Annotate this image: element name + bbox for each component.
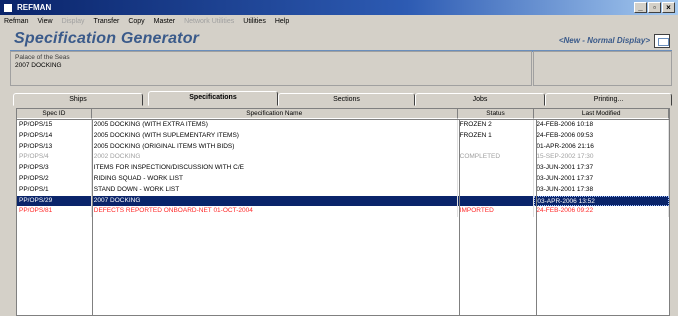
- cell-name: ITEMS FOR INSPECTION/DISCUSSION WITH C/E: [92, 163, 458, 174]
- tab-ships[interactable]: Ships: [13, 93, 143, 106]
- column-header-spec-id[interactable]: Spec ID: [17, 109, 92, 119]
- title-bar: REFMAN _ ▫ ×: [0, 0, 678, 15]
- close-button[interactable]: ×: [662, 2, 675, 13]
- minimize-button[interactable]: _: [634, 2, 647, 13]
- cell-status: [458, 163, 535, 174]
- menu-transfer[interactable]: Transfer: [94, 18, 120, 25]
- column-divider: [459, 120, 460, 315]
- table-row[interactable]: PP/OPS/81 DEFECTS REPORTED ONBOARD-NET 01…: [17, 206, 669, 218]
- cell-id: PP/OPS/15: [17, 120, 92, 131]
- cell-name: 2005 DOCKING (WITH SUPLEMENTARY ITEMS): [92, 130, 458, 142]
- spec-name-value: 2007 DOCKING: [15, 62, 62, 69]
- cell-modified: 03-JUN-2001 17:38: [534, 184, 669, 196]
- cell-name: RIDING SQUAD - WORK LIST: [92, 173, 458, 185]
- cell-name: 2007 DOCKING: [92, 195, 458, 207]
- cell-modified: 24-FEB-2006 10:18: [534, 120, 669, 131]
- page-title: Specification Generator: [14, 30, 200, 47]
- tab-strip: Ships Specifications Sections Jobs Printing.…: [13, 91, 672, 106]
- cell-id: PP/OPS/13: [17, 141, 92, 153]
- menu-refman[interactable]: Refman: [4, 18, 29, 25]
- cell-modified: 24-FEB-2006 09:53: [534, 130, 669, 142]
- table-row[interactable]: PP/OPS/15 2005 DOCKING (WITH EXTRA ITEMS)…: [17, 120, 669, 131]
- cell-status: [458, 173, 535, 185]
- ship-name-label: Palace of the Seas: [15, 54, 70, 61]
- cell-name: DEFECTS REPORTED ONBOARD-NET 01-OCT-2004: [92, 206, 458, 218]
- menu-network-utilities: Network Utilities: [184, 18, 235, 25]
- display-toggle-button[interactable]: [654, 34, 670, 48]
- menu-bar: Refman View Display Transfer Copy Master Netwo…: [0, 15, 678, 28]
- cell-id: PP/OPS/2: [17, 173, 92, 185]
- menu-copy[interactable]: Copy: [128, 18, 144, 25]
- cell-name: 2002 DOCKING: [92, 152, 458, 164]
- column-divider: [536, 120, 537, 315]
- cell-id: PP/OPS/29: [17, 195, 92, 207]
- specifications-table: Spec ID Specification Name Status Last Modi…: [16, 108, 670, 316]
- cell-status: FROZEN 1: [458, 130, 535, 142]
- app-icon: [3, 2, 13, 13]
- table-row[interactable]: PP/OPS/3 ITEMS FOR INSPECTION/DISCUSSION …: [17, 163, 669, 174]
- menu-display: Display: [61, 18, 85, 25]
- tab-specifications[interactable]: Specifications: [148, 91, 278, 106]
- table-header: Spec ID Specification Name Status Last Modi…: [17, 109, 669, 120]
- cell-modified: 03-JUN-2001 17:37: [534, 173, 669, 185]
- menu-view[interactable]: View: [38, 18, 53, 25]
- cell-modified: 24-FEB-2006 09:22: [534, 206, 669, 218]
- table-row[interactable]: PP/OPS/2 RIDING SQUAD - WORK LIST 03-JUN-2…: [17, 173, 669, 185]
- cell-id: PP/OPS/4: [17, 152, 92, 164]
- cell-name: STAND DOWN - WORK LIST: [92, 184, 458, 196]
- window-title: REFMAN: [17, 3, 52, 12]
- cell-status: IMPORTED: [458, 206, 535, 218]
- cell-status: [458, 141, 535, 153]
- cell-id: PP/OPS/14: [17, 130, 92, 142]
- table-row[interactable]: PP/OPS/13 2005 DOCKING (ORIGINAL ITEMS WI…: [17, 141, 669, 153]
- display-mode-label: <New - Normal Display>: [558, 36, 650, 45]
- tab-printing[interactable]: Printing...: [545, 93, 672, 106]
- table-body: PP/OPS/15 2005 DOCKING (WITH EXTRA ITEMS)…: [17, 120, 669, 218]
- cell-status: COMPLETED: [458, 152, 535, 164]
- menu-master[interactable]: Master: [154, 18, 175, 25]
- context-panel: Palace of the Seas 2007 DOCKING: [10, 51, 532, 86]
- column-header-status[interactable]: Status: [457, 109, 535, 119]
- cell-id: PP/OPS/1: [17, 184, 92, 196]
- context-panel-secondary: [533, 51, 672, 86]
- table-row[interactable]: PP/OPS/29 2007 DOCKING 03-APR-2006 13:52: [17, 195, 669, 207]
- cell-modified: 01-APR-2006 21:16: [534, 141, 669, 153]
- tab-jobs[interactable]: Jobs: [415, 93, 545, 106]
- cell-status: [458, 184, 535, 196]
- window-controls: _ ▫ ×: [634, 2, 675, 13]
- table-row[interactable]: PP/OPS/1 STAND DOWN - WORK LIST 03-JUN-200…: [17, 184, 669, 196]
- maximize-button[interactable]: ▫: [648, 2, 661, 13]
- app-header: Specification Generator <New - Normal Di…: [10, 28, 672, 52]
- table-row[interactable]: PP/OPS/4 2002 DOCKING COMPLETED 15-SEP-2002…: [17, 152, 669, 164]
- cell-modified: 03-JUN-2001 17:37: [534, 163, 669, 174]
- menu-help[interactable]: Help: [275, 18, 289, 25]
- menu-utilities[interactable]: Utilities: [243, 18, 266, 25]
- column-header-last-modified[interactable]: Last Modified: [534, 109, 669, 119]
- column-header-specification-name[interactable]: Specification Name: [91, 109, 458, 119]
- cell-name: 2005 DOCKING (WITH EXTRA ITEMS): [92, 120, 458, 131]
- cell-status: FROZEN 2: [458, 120, 535, 131]
- cell-id: PP/OPS/81: [17, 206, 92, 218]
- cell-modified: 15-SEP-2002 17:30: [534, 152, 669, 164]
- cell-id: PP/OPS/3: [17, 163, 92, 174]
- column-divider: [92, 120, 93, 315]
- cell-modified: 03-APR-2006 13:52: [534, 195, 669, 207]
- tab-sections[interactable]: Sections: [278, 93, 415, 106]
- cell-name: 2005 DOCKING (ORIGINAL ITEMS WITH BIDS): [92, 141, 458, 153]
- table-row[interactable]: PP/OPS/14 2005 DOCKING (WITH SUPLEMENTARY…: [17, 130, 669, 142]
- cell-status: [458, 195, 535, 207]
